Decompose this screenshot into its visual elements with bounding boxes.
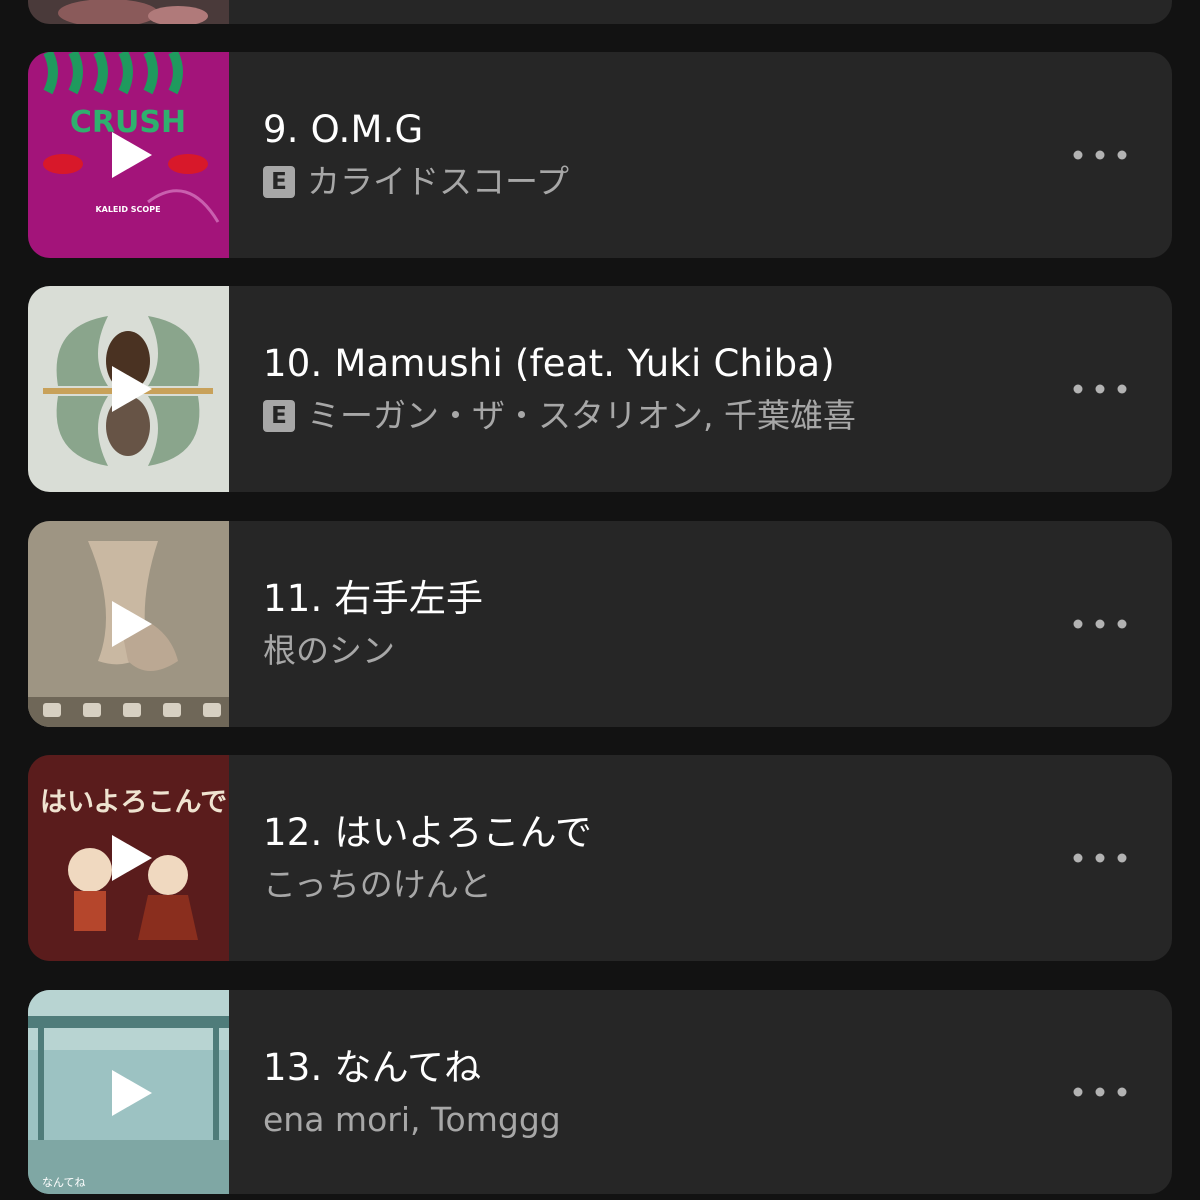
track-title: 11. 右手左手 — [263, 577, 1032, 621]
track-meta: 11. 右手左手 根のシン — [263, 577, 1032, 671]
explicit-badge: E — [263, 166, 295, 198]
track-artist[interactable]: カライドスコープ — [307, 162, 569, 202]
track-title-text: なんてね — [334, 1046, 482, 1089]
track-row[interactable]: 10. Mamushi (feat. Yuki Chiba) E ミーガン・ザ・… — [28, 286, 1172, 492]
track-meta: 10. Mamushi (feat. Yuki Chiba) E ミーガン・ザ・… — [263, 342, 1032, 436]
track-number: 11. — [263, 577, 323, 620]
track-row[interactable]: 11. 右手左手 根のシン — [28, 521, 1172, 727]
cover-art-partial — [28, 0, 229, 24]
track-cover-partial — [28, 0, 229, 24]
explicit-badge: E — [263, 400, 295, 432]
more-options-icon — [1073, 619, 1127, 629]
track-title: 10. Mamushi (feat. Yuki Chiba) — [263, 342, 1032, 386]
play-button[interactable] — [108, 835, 154, 881]
track-artist[interactable]: ミーガン・ザ・スタリオン, 千葉雄喜 — [307, 396, 856, 436]
track-artist[interactable]: ena mori, Tomggg — [263, 1100, 561, 1140]
track-number: 10. — [263, 342, 323, 385]
more-options-icon — [1073, 150, 1127, 160]
track-row-partial[interactable] — [28, 0, 1172, 24]
track-title: 12. はいよろこんで — [263, 811, 1032, 855]
more-options-button[interactable] — [1062, 369, 1142, 409]
track-number: 13. — [263, 1046, 323, 1089]
track-cover: CRUSH KALEID SCOPE — [28, 52, 229, 258]
track-subtitle: E ミーガン・ザ・スタリオン, 千葉雄喜 — [263, 396, 1032, 436]
play-button[interactable] — [108, 366, 154, 412]
track-artist[interactable]: 根のシン — [263, 631, 395, 671]
track-list: CRUSH KALEID SCOPE 9. O.M.G E カライドスコープ 1… — [0, 0, 1200, 1200]
track-title-text: 右手左手 — [334, 577, 484, 620]
track-subtitle: ena mori, Tomggg — [263, 1100, 1032, 1140]
more-options-icon — [1073, 853, 1127, 863]
track-meta: 9. O.M.G E カライドスコープ — [263, 108, 1032, 202]
track-title: 13. なんてね — [263, 1046, 1032, 1090]
cover-caption-text: KALEID SCOPE — [95, 205, 160, 214]
play-icon — [112, 835, 152, 881]
play-button[interactable] — [108, 601, 154, 647]
track-number: 12. — [263, 811, 323, 854]
track-subtitle: E カライドスコープ — [263, 162, 1032, 202]
track-title-text: はいよろこんで — [334, 811, 593, 854]
more-options-icon — [1073, 384, 1127, 394]
more-options-button[interactable] — [1062, 604, 1142, 644]
cover-nantene-text: なんてね — [42, 1176, 85, 1189]
track-subtitle: こっちのけんと — [263, 865, 1032, 905]
track-cover: はいよろこんで — [28, 755, 229, 961]
track-number: 9. — [263, 108, 299, 151]
more-options-icon — [1073, 1087, 1127, 1097]
track-cover — [28, 286, 229, 492]
track-title: 9. O.M.G — [263, 108, 1032, 152]
play-icon — [112, 601, 152, 647]
track-cover — [28, 521, 229, 727]
track-meta: 13. なんてね ena mori, Tomggg — [263, 1046, 1032, 1140]
play-icon — [112, 1070, 152, 1116]
more-options-button[interactable] — [1062, 135, 1142, 175]
track-row[interactable]: なんてね 13. なんてね ena mori, Tomggg — [28, 990, 1172, 1194]
track-row[interactable]: CRUSH KALEID SCOPE 9. O.M.G E カライドスコープ — [28, 52, 1172, 258]
more-options-button[interactable] — [1062, 1072, 1142, 1112]
track-cover: なんてね — [28, 990, 229, 1194]
play-icon — [112, 366, 152, 412]
play-button[interactable] — [108, 132, 154, 178]
cover-haiyorokonde-text: はいよろこんで — [40, 787, 227, 818]
track-title-text: Mamushi (feat. Yuki Chiba) — [334, 342, 835, 385]
play-button[interactable] — [108, 1070, 154, 1116]
track-row[interactable]: はいよろこんで 12. はいよろこんで こっちのけんと — [28, 755, 1172, 961]
track-artist[interactable]: こっちのけんと — [263, 865, 492, 905]
track-subtitle: 根のシン — [263, 631, 1032, 671]
track-title-text: O.M.G — [310, 108, 424, 151]
more-options-button[interactable] — [1062, 838, 1142, 878]
play-icon — [112, 132, 152, 178]
track-meta: 12. はいよろこんで こっちのけんと — [263, 811, 1032, 905]
